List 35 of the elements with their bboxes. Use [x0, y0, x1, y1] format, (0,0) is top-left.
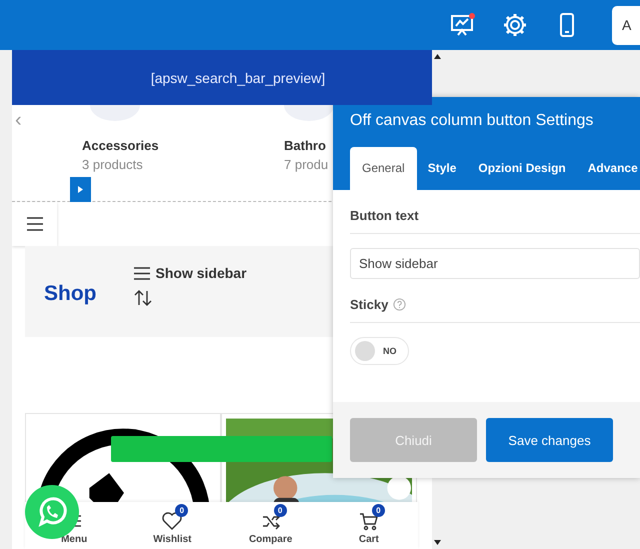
- search-banner: [apsw_search_bar_preview]: [12, 50, 432, 105]
- menu-icon: [26, 217, 44, 231]
- nav-item[interactable]: 0 Cart: [320, 502, 418, 549]
- expand-handle[interactable]: [70, 177, 91, 202]
- count-badge: 0: [175, 504, 188, 517]
- category-name[interactable]: Bathro: [284, 138, 326, 153]
- shop-title: Shop: [44, 282, 96, 306]
- scroll-up-icon[interactable]: [434, 54, 440, 59]
- tab[interactable]: Style: [416, 147, 468, 190]
- tab[interactable]: General: [350, 147, 417, 190]
- chart-icon[interactable]: [450, 12, 476, 38]
- field-label: Sticky: [350, 297, 388, 312]
- nav-item[interactable]: 0 Wishlist: [123, 502, 222, 549]
- category-count: 3 products: [82, 157, 143, 172]
- field-label: Button text: [350, 208, 640, 234]
- toggle-switch[interactable]: NO: [350, 337, 409, 365]
- count-badge: 0: [274, 504, 287, 517]
- category-name[interactable]: Accessories: [82, 138, 159, 153]
- category-image: [90, 105, 140, 121]
- count-badge: 0: [372, 504, 385, 517]
- category-image: [284, 105, 334, 121]
- tab[interactable]: Advance: [576, 147, 640, 190]
- category-count: 7 produ: [284, 157, 328, 172]
- show-sidebar-button[interactable]: Show sidebar: [134, 265, 247, 281]
- scroll-down-icon[interactable]: [434, 540, 440, 545]
- toolbar-button[interactable]: A: [612, 6, 640, 44]
- input-field[interactable]: Show sidebar: [350, 248, 640, 279]
- save-button[interactable]: Save changes: [486, 418, 613, 462]
- nav-item[interactable]: 0 Compare: [222, 502, 320, 549]
- settings-icon[interactable]: [502, 12, 528, 38]
- sort-icon[interactable]: [134, 290, 152, 306]
- tab[interactable]: Opzioni Design: [467, 147, 577, 190]
- menu-icon: [134, 266, 150, 280]
- dialog-title: Off canvas column button Settings: [350, 112, 594, 130]
- menu-button[interactable]: [12, 202, 57, 246]
